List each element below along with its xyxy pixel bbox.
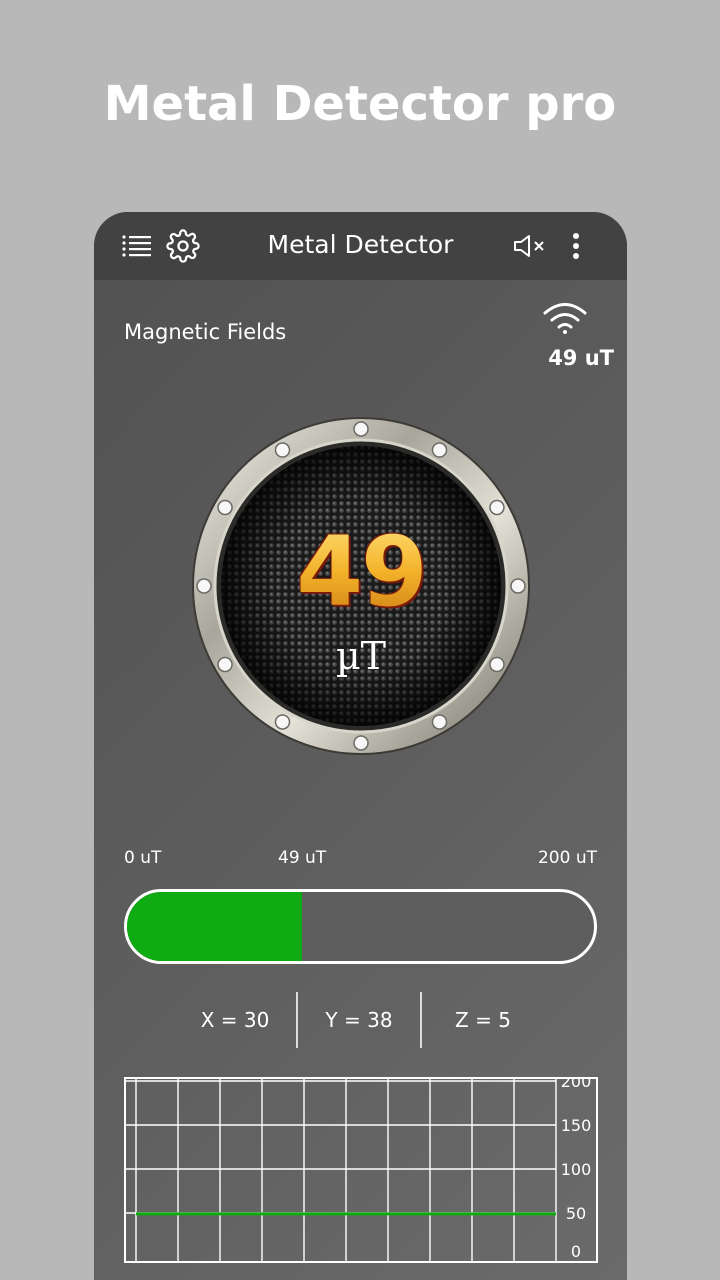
promo-title: Metal Detector pro: [103, 76, 617, 132]
gear-icon[interactable]: [164, 212, 202, 280]
signal-value: 49 uT: [548, 346, 614, 370]
scale-max-label: 200 uT: [537, 848, 597, 868]
rivet: [353, 421, 369, 437]
app-screen: Metal Detector Magnetic Fields 49 uT 49 …: [94, 212, 627, 1280]
rivet: [217, 499, 233, 516]
wifi-icon: [542, 302, 588, 341]
scale-current-label: 49 uT: [278, 848, 327, 868]
y-tick-label: 200: [561, 1077, 592, 1091]
app-bar: Metal Detector: [94, 212, 627, 280]
more-vert-icon[interactable]: [564, 212, 588, 280]
chart-frame: [124, 1077, 598, 1263]
chart-svg: 200 150 100 50 0: [124, 1072, 598, 1263]
volume-mute-icon[interactable]: [510, 212, 550, 280]
scale-min-label: 0 uT: [124, 848, 162, 868]
rivet: [489, 499, 505, 516]
y-axis-value: Y = 38: [325, 1008, 393, 1032]
app-title: Metal Detector: [267, 230, 454, 259]
y-tick-label: 150: [561, 1116, 592, 1135]
field-history-chart: 200 150 100 50 0: [124, 1072, 598, 1263]
rivet: [431, 714, 448, 730]
magnetometer-gauge: 49 µT: [191, 416, 531, 756]
axis-readout: X = 30 Y = 38 Z = 5: [174, 992, 544, 1048]
rivet: [274, 714, 291, 730]
gauge-value: 49: [191, 516, 531, 628]
rivet: [431, 442, 448, 458]
magnetic-fields-label: Magnetic Fields: [124, 320, 287, 344]
field-strength-bar: [124, 889, 597, 964]
field-strength-fill: [127, 892, 303, 961]
x-axis-value: X = 30: [200, 1008, 270, 1032]
gauge-unit: µT: [335, 634, 387, 678]
rivet: [274, 442, 291, 458]
y-tick-label: 0: [571, 1242, 581, 1261]
y-tick-label: 100: [561, 1160, 592, 1179]
rivet: [353, 735, 369, 751]
menu-icon[interactable]: [120, 212, 154, 280]
y-tick-label: 50: [566, 1204, 586, 1223]
z-axis-value: Z = 5: [455, 1008, 511, 1032]
